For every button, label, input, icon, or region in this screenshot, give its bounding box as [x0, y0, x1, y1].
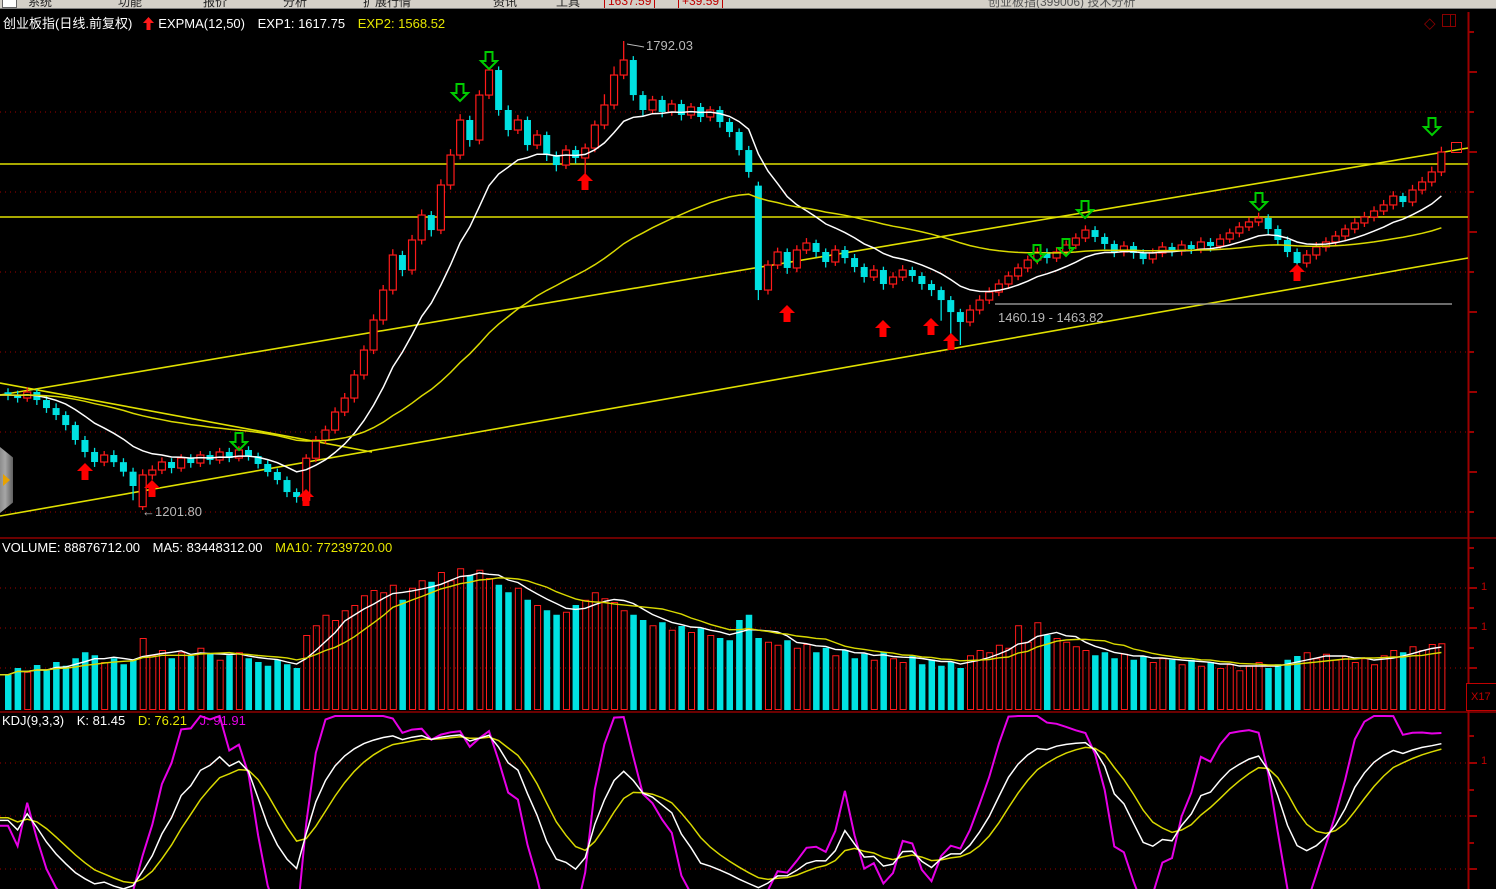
kdj-k-value: K: 81.45: [77, 713, 125, 728]
red-up-arrow-icon: [143, 17, 154, 33]
chart-canvas[interactable]: [0, 0, 1496, 889]
exp1-value: EXP1: 1617.75: [258, 16, 345, 31]
diamond-icon[interactable]: ◇: [1424, 15, 1436, 32]
volume-ma10-value: MA10: 77239720.00: [275, 540, 392, 555]
exp2-line: [0, 194, 1441, 441]
kdj-d-value: D: 76.21: [138, 713, 187, 728]
kdj-k-line: [0, 735, 1441, 889]
candlesticks: [5, 41, 1445, 510]
symbol-title: 创业板指(日线.前复权): [3, 16, 132, 31]
axis-label-partial: 1: [1481, 621, 1487, 633]
exp2-value: EXP2: 1568.52: [358, 16, 445, 31]
volume-header: VOLUME: 88876712.00 MA5: 83448312.00 MA1…: [2, 540, 401, 555]
kdj-header: KDJ(9,3,3) K: 81.45 D: 76.21 J: 91.91: [2, 713, 255, 728]
last-price-marker: [1451, 142, 1462, 153]
kdj-j-line: [0, 716, 1441, 889]
kdj-label: KDJ(9,3,3): [2, 713, 64, 728]
chart-corner-icons: ◇: [1424, 14, 1456, 32]
expand-arrow-icon: [3, 474, 10, 486]
gap-price-label: 1460.19 - 1463.82: [998, 310, 1104, 325]
sidebar-collapse-handle[interactable]: [0, 447, 13, 513]
trough-price-label: ←1201.80: [142, 504, 202, 519]
indicator-label: EXPMA(12,50): [158, 16, 245, 31]
kdj-j-value: J: 91.91: [200, 713, 246, 728]
trendlines-and-alert-lines: [0, 44, 1468, 516]
volume-ma5-value: MA5: 83448312.00: [153, 540, 263, 555]
axis-label-partial: 1: [1481, 755, 1487, 767]
volume-bars: [5, 569, 1445, 710]
trading-terminal: 系统功能报价分析扩展行情资讯工具1637.59+39.59创业板指(399006…: [0, 0, 1496, 889]
main-chart-header: 创业板指(日线.前复权) EXPMA(12,50) EXP1: 1617.75 E…: [3, 13, 454, 33]
axis-label-partial: 1: [1481, 581, 1487, 593]
peak-price-label: 1792.03: [646, 38, 693, 53]
exp1-line: [0, 112, 1441, 472]
x-zoom-indicator: X17: [1466, 683, 1496, 711]
kdj-d-line: [0, 737, 1441, 883]
volume-value: VOLUME: 88876712.00: [2, 540, 140, 555]
right-axis: [1468, 12, 1477, 889]
window-icon[interactable]: [1442, 14, 1456, 27]
